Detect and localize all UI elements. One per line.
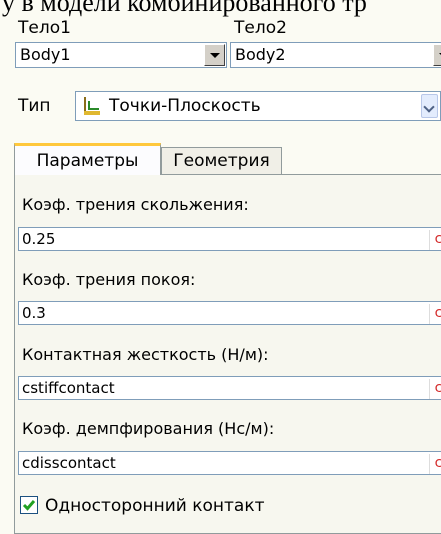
chevron-down-icon[interactable] [433,44,441,66]
damping-value: cdisscontact [22,454,116,472]
body1-combobox[interactable]: Body1 [15,42,227,68]
one-sided-contact-checkbox[interactable] [20,496,38,514]
body1-value: Body1 [20,45,71,64]
tab-geometry-label: Геометрия [173,151,270,171]
type-label: Тип [18,96,51,116]
contact-stiffness-label: Контактная жесткость (Н/м): [22,345,269,364]
body2-label: Тело2 [234,18,287,38]
damping-input[interactable]: cdisscontact c [18,451,441,475]
tab-geometry[interactable]: Геометрия [161,147,282,174]
cutoff-text-line: у в модели комбинированного тр [2,0,367,17]
contact-stiffness-value: cstiffcontact [22,379,115,397]
type-value: Точки-Плоскость [109,96,261,116]
static-friction-c-button[interactable]: c [429,304,441,324]
static-friction-input[interactable]: 0.3 c [18,301,441,325]
sliding-friction-value: 0.25 [22,230,56,248]
body2-value: Body2 [235,45,286,64]
damping-label: Коэф. демпфирования (Нс/м): [22,419,275,438]
type-combobox[interactable]: Точки-Плоскость [75,91,441,121]
body2-combobox[interactable]: Body2 [230,42,441,68]
static-friction-label: Коэф. трения покоя: [22,270,196,289]
sliding-friction-input[interactable]: 0.25 c [18,227,441,251]
static-friction-value: 0.3 [22,304,46,322]
chevron-down-icon[interactable] [204,44,225,66]
one-sided-contact-label: Односторонний контакт [45,496,265,516]
sliding-friction-c-button[interactable]: c [429,230,441,250]
sliding-friction-label: Коэф. трения скольжения: [22,195,249,214]
chevron-down-icon[interactable] [421,94,438,118]
point-plane-icon [82,95,102,117]
tab-parameters[interactable]: Параметры [14,143,161,175]
checkmark-icon [22,500,36,511]
body1-label: Тело1 [18,18,71,38]
tab-parameters-label: Параметры [36,151,139,171]
damping-c-button[interactable]: c [429,454,441,474]
contact-stiffness-input[interactable]: cstiffcontact c [18,376,441,400]
contact-stiffness-c-button[interactable]: c [429,379,441,399]
